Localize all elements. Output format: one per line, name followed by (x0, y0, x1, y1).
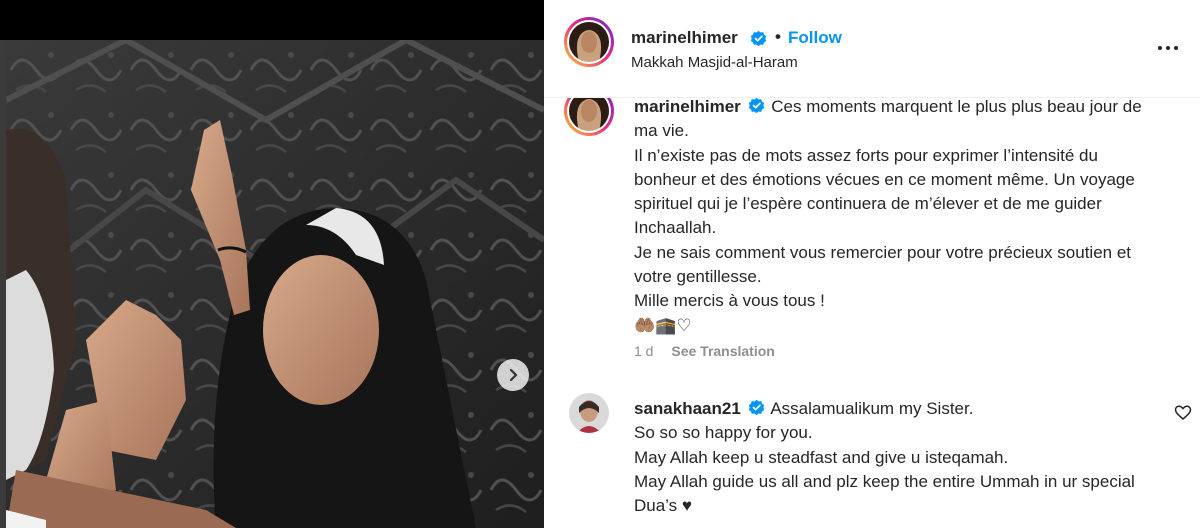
post-location[interactable]: Makkah Masjid-al-Haram (631, 54, 798, 71)
comment-line: May Allah guide us all and plz keep the … (634, 471, 1135, 516)
comments-section: marinelhimer Ces moments marquent le plu… (544, 86, 1200, 528)
media-top-bar (0, 0, 544, 40)
caption-meta: 1 d See Translation (634, 343, 775, 359)
post-age: 1 d (634, 343, 654, 359)
comment-line: So so so happy for you. (634, 423, 813, 443)
comment-text: sanakhaan21 Assalamualikum my Sister. So… (634, 397, 1154, 518)
caption-line: Il n’existe pas de mots assez forts pour… (634, 145, 1135, 238)
commenter-avatar[interactable] (569, 393, 609, 433)
chevron-right-icon (509, 368, 518, 382)
post-details-panel: marinelhimer • Follow Makkah Masjid-al-H… (544, 0, 1200, 528)
author-avatar[interactable] (564, 17, 614, 67)
caption-emojis: 🤲🏽🕋♡ (634, 315, 692, 335)
separator-dot: • (775, 27, 781, 46)
post-header: marinelhimer • Follow Makkah Masjid-al-H… (544, 0, 1200, 98)
author-username[interactable]: marinelhimer (631, 28, 738, 48)
like-comment-heart-icon[interactable] (1174, 404, 1192, 422)
verified-badge-icon (750, 30, 767, 47)
verified-badge-icon (748, 399, 764, 416)
follow-button[interactable]: Follow (788, 28, 842, 48)
caption-line: Je ne sais comment vous remercier pour v… (634, 242, 1132, 287)
next-image-button[interactable] (497, 359, 529, 391)
caption-username[interactable]: marinelhimer (634, 97, 741, 116)
post-photo[interactable] (6, 40, 544, 528)
caption-text: marinelhimer Ces moments marquent le plu… (634, 95, 1154, 338)
comment-line: Assalamualikum my Sister. (770, 399, 974, 418)
more-options-icon[interactable] (1158, 44, 1182, 52)
instagram-post-viewer: marinelhimer • Follow Makkah Masjid-al-H… (0, 0, 1200, 528)
caption-line: Mille mercis à vous tous ! (634, 291, 825, 311)
comment-line: May Allah keep u steadfast and give u is… (634, 447, 1009, 467)
verified-badge-icon (748, 97, 764, 114)
commenter-username[interactable]: sanakhaan21 (634, 399, 741, 418)
see-translation-link[interactable]: See Translation (671, 343, 774, 359)
